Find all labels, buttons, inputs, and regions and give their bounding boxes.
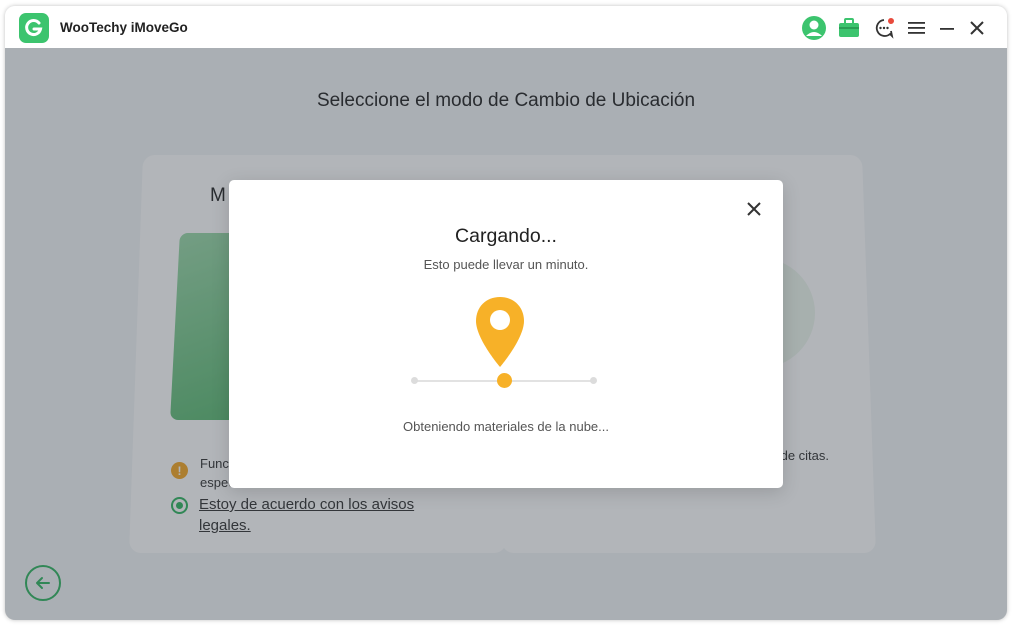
app-window: WooTechy iMoveGo Seleccione el modo de C… — [5, 6, 1007, 620]
loading-dialog: Cargando... Esto puede llevar un minuto.… — [229, 180, 783, 488]
dialog-title: Cargando... — [455, 225, 557, 247]
title-bar: WooTechy iMoveGo — [5, 6, 1007, 48]
track-start-dot — [411, 377, 418, 384]
close-icon[interactable] — [964, 15, 990, 41]
progress-track — [411, 373, 597, 388]
menu-icon[interactable] — [904, 15, 930, 41]
app-logo-icon — [19, 13, 49, 43]
feedback-chat-icon[interactable] — [871, 15, 897, 41]
user-avatar-icon[interactable] — [801, 15, 827, 41]
dialog-subtitle: Esto puede llevar un minuto. — [423, 257, 589, 272]
location-pin-icon — [476, 297, 524, 367]
app-title: WooTechy iMoveGo — [60, 20, 188, 35]
dialog-status: Obteniendo materiales de la nube... — [403, 419, 609, 434]
close-dialog-icon[interactable] — [743, 198, 765, 220]
track-end-dot — [590, 377, 597, 384]
progress-indicator — [497, 373, 512, 388]
minimize-icon[interactable] — [934, 15, 960, 41]
toolbox-icon[interactable] — [836, 15, 862, 41]
